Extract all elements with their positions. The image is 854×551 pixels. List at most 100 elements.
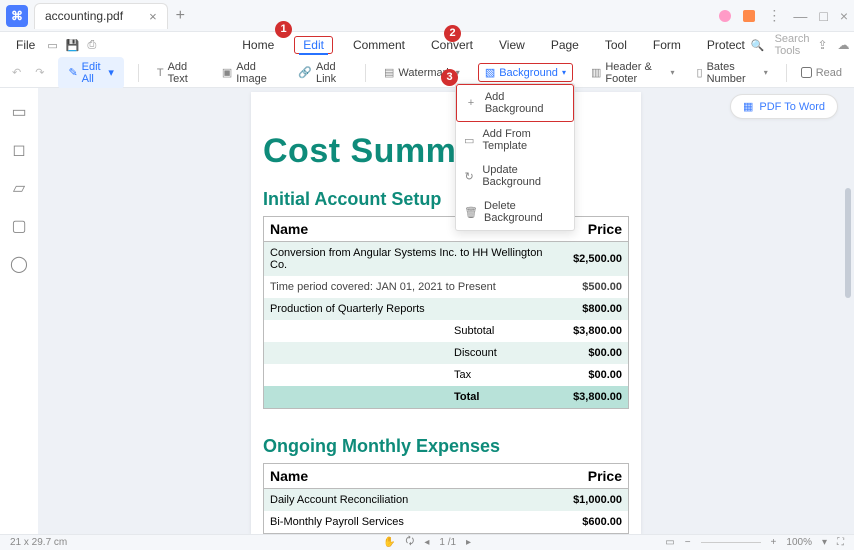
prev-page-icon[interactable]: ◂ [424,537,429,548]
add-link-button[interactable]: 🔗Add Link [294,59,351,87]
redo-icon[interactable]: ↷ [35,66,44,79]
next-page-icon[interactable]: ▸ [466,537,471,548]
scrollbar[interactable] [845,188,851,514]
dd-update-background[interactable]: ↻Update Background [456,158,574,194]
file-tab[interactable]: accounting.pdf × [34,3,168,29]
print-icon[interactable]: ⎙ [87,39,96,52]
search-panel-icon[interactable]: ◯ [10,254,28,274]
titlebar: ⌘ accounting.pdf × + ⋮ — □ × [0,0,854,32]
read-checkbox[interactable] [801,67,812,78]
bates-icon: ▯ [697,66,703,79]
text-icon: T [157,67,164,79]
chevron-down-icon[interactable]: ▾ [822,537,827,548]
callout-badge-2: 2 [444,25,461,42]
canvas[interactable]: ▦ PDF To Word Cost Summary Initial Accou… [38,88,854,534]
close-icon[interactable]: × [840,8,848,24]
bookmarks-icon[interactable]: ◻ [12,140,25,160]
image-icon: ▣ [222,66,232,79]
cloud-icon[interactable]: ☁ [838,38,850,52]
section2-heading: Ongoing Monthly Expenses [263,437,629,455]
pdf-to-word-button[interactable]: ▦ PDF To Word [730,94,838,119]
zoom-out-icon[interactable]: − [685,537,691,548]
col-price2: Price [523,464,629,489]
chevron-down-icon: ▾ [764,68,768,77]
col-price: Price [567,217,628,242]
template-icon: ▭ [464,134,474,147]
menu-tool[interactable]: Tool [599,36,633,54]
rotate-icon[interactable]: 🗘 [405,534,414,551]
dd-delete-background[interactable]: 🗑Delete Background [456,194,574,230]
dd-add-from-template[interactable]: ▭Add From Template [456,122,574,158]
app-badge-icon[interactable] [743,10,755,22]
edit-all-button[interactable]: ✎ Edit All ▾ [58,57,123,89]
zoom-value[interactable]: 100% [786,537,812,548]
statusbar: 21 x 29.7 cm ✋ 🗘 ◂ 1 /1 ▸ ▭ − + 100% ▾ ⛶ [0,534,854,550]
page-current[interactable]: 1 [439,537,445,548]
word-icon: ▦ [743,100,753,113]
share-icon[interactable]: ⇪ [817,38,827,52]
section2-table: NamePrice Daily Account Reconciliation$1… [263,463,629,534]
file-tab-name: accounting.pdf [45,9,123,23]
workspace: ▭ ◻ ▱ ▢ ◯ ▦ PDF To Word Cost Summary Ini… [0,88,854,534]
menubar: File ▭ 💾 ⎙ Home Edit Comment Convert Vie… [0,32,854,58]
new-tab-icon[interactable]: + [176,7,185,25]
dd-add-background[interactable]: +Add Background [456,84,574,122]
add-text-button[interactable]: TAdd Text [153,59,204,87]
chevron-down-icon: ▾ [671,68,675,77]
watermark-icon: ▤ [384,66,394,79]
zoom-slider[interactable] [701,542,761,543]
undo-icon[interactable]: ↶ [12,66,21,79]
background-icon: ▧ [485,66,495,79]
left-rail: ▭ ◻ ▱ ▢ ◯ [0,88,38,534]
hand-icon[interactable]: ✋ [383,537,395,548]
file-menu[interactable]: File [8,36,43,54]
menu-home[interactable]: Home [236,36,280,54]
header-footer-button[interactable]: ▥Header & Footer▾ [587,59,679,87]
open-icon[interactable]: ▭ [47,39,57,52]
background-button[interactable]: ▧Background▾ [478,63,573,82]
col-name2: Name [264,464,523,489]
fullscreen-icon[interactable]: ⛶ [837,537,844,548]
layers-icon[interactable]: ▢ [11,216,26,236]
menu-view[interactable]: View [493,36,531,54]
maximize-icon[interactable]: □ [819,8,827,24]
zoom-in-icon[interactable]: + [771,537,777,548]
bates-number-button[interactable]: ▯Bates Number▾ [693,59,772,87]
menu-form[interactable]: Form [647,36,687,54]
header-icon: ▥ [591,66,601,79]
add-image-button[interactable]: ▣Add Image [218,59,280,87]
trash-icon: 🗑 [464,206,476,219]
fit-icon[interactable]: ▭ [665,537,674,548]
save-icon[interactable]: 💾 [66,39,80,52]
callout-badge-1: 1 [275,21,292,38]
app-logo: ⌘ [6,5,28,27]
menu-protect[interactable]: Protect [701,36,751,54]
search-tools-ph[interactable]: Search Tools [775,33,810,57]
page-total: /1 [448,537,456,548]
chevron-down-icon: ▾ [108,66,114,79]
pencil-icon: ✎ [68,66,77,79]
link-icon: 🔗 [298,66,312,79]
toolbar: ↶ ↷ ✎ Edit All ▾ TAdd Text ▣Add Image 🔗A… [0,58,854,88]
document-page: Cost Summary Initial Account Setup NameP… [251,92,641,534]
page-dimensions: 21 x 29.7 cm [10,537,67,548]
thumbnails-icon[interactable]: ▭ [11,102,26,122]
menu-page[interactable]: Page [545,36,585,54]
window-controls: ⋮ — □ × [719,7,848,24]
attachments-icon[interactable]: ▱ [13,178,25,198]
tab-group: accounting.pdf × + [34,3,185,29]
menu-edit[interactable]: Edit [294,36,333,54]
callout-badge-3: 3 [441,69,458,86]
search-icon[interactable]: 🔍 [751,39,765,52]
background-dropdown: +Add Background ▭Add From Template ↻Upda… [455,83,575,231]
read-toggle[interactable]: Read [801,67,842,79]
close-tab-icon[interactable]: × [149,9,157,24]
scroll-thumb[interactable] [845,188,851,298]
section1-table: NamePrice Conversion from Angular System… [263,216,629,409]
chevron-down-icon: ▾ [562,68,566,77]
more-icon[interactable]: ⋮ [767,7,781,24]
account-icon[interactable] [719,10,731,22]
minimize-icon[interactable]: — [793,8,807,24]
menu-comment[interactable]: Comment [347,36,411,54]
refresh-icon: ↻ [464,170,474,183]
